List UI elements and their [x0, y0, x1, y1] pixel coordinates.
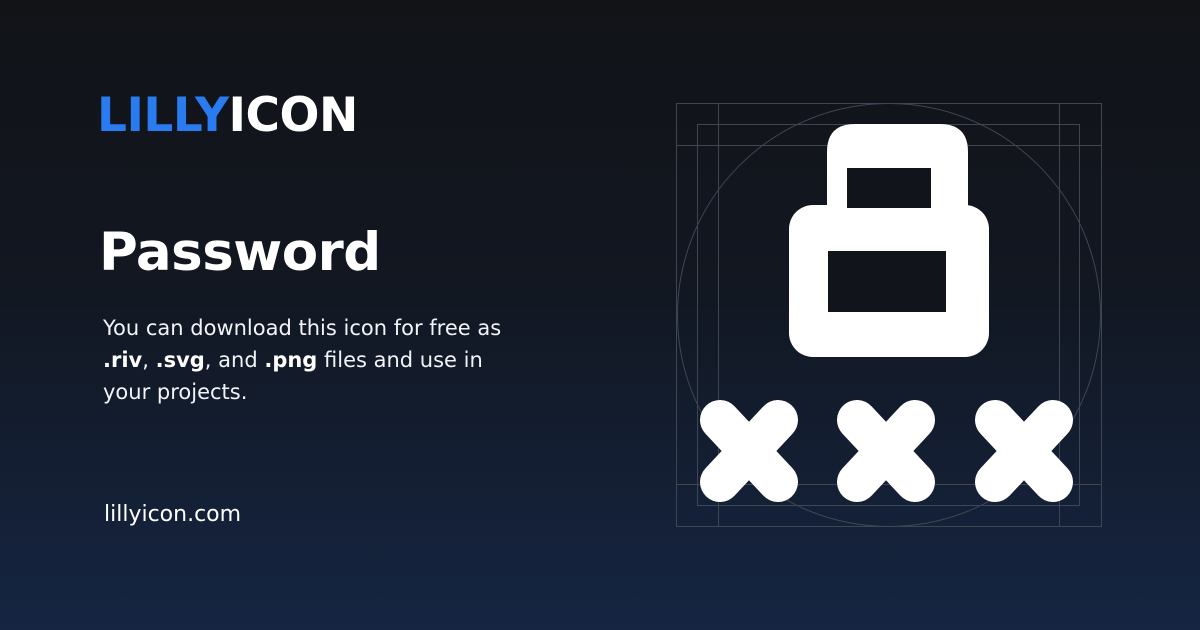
brand-logo: LILLYICON [97, 92, 358, 139]
site-link[interactable]: lillyicon.com [104, 502, 241, 528]
description-text-start: You can download this icon for free as [103, 316, 502, 340]
description-separator-2: , and [204, 348, 265, 372]
download-description: You can download this icon for free as .… [103, 312, 533, 408]
icon-title: Password [99, 222, 381, 283]
format-svg: .svg [155, 348, 205, 372]
logo-text-icon: ICON [228, 88, 359, 143]
lock-shape [789, 124, 989, 357]
format-riv: .riv [103, 348, 143, 372]
password-icon [676, 103, 1102, 527]
format-png: .png [264, 348, 318, 372]
password-mask-crosses [700, 400, 1073, 502]
icon-preview [676, 103, 1102, 527]
description-separator-1: , [142, 348, 156, 372]
logo-text-lilly: LILLY [97, 88, 229, 143]
